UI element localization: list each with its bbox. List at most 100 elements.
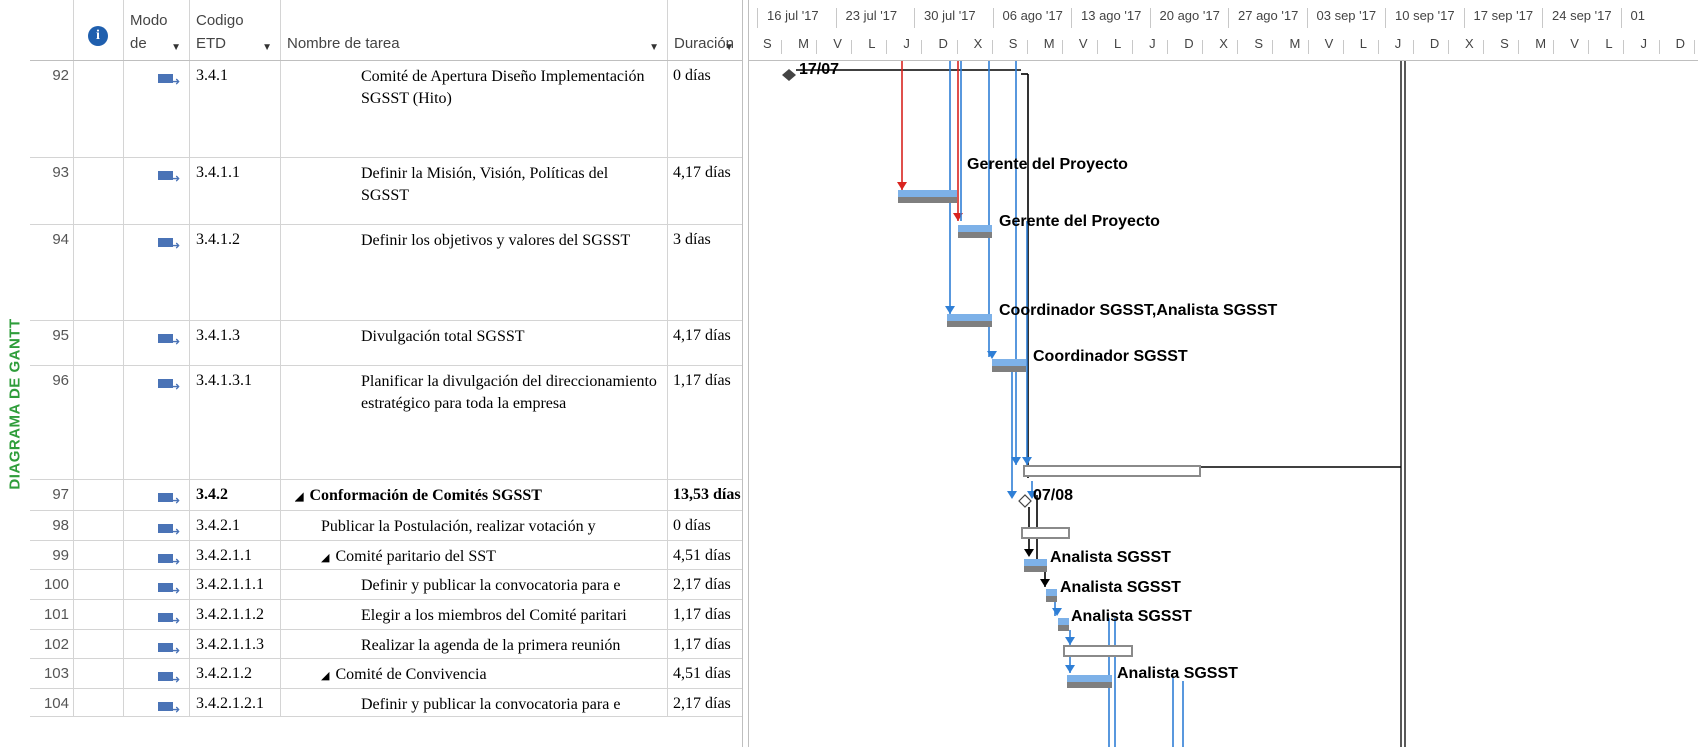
task-bar[interactable] [958, 225, 992, 238]
table-row[interactable]: 104 ➜ 3.4.2.1.2.1 Definir y publicar la con… [30, 689, 742, 717]
wbs-code[interactable]: 3.4.1.2 [190, 225, 281, 320]
task-mode-cell[interactable]: ➜ [124, 321, 190, 365]
duration-value[interactable]: 0 días [668, 61, 742, 157]
task-name-cell[interactable]: Realizar la agenda de la primera reunión [281, 630, 668, 658]
table-row[interactable]: 93 ➜ 3.4.1.1 Definir la Misión, Visión, Pol… [30, 158, 742, 225]
task-name-cell[interactable]: Definir la Misión, Visión, Políticas del… [281, 158, 668, 224]
gantt-chart-area[interactable]: 17/07 Gerente del Proyecto Gerente del Pro… [749, 61, 1698, 747]
chevron-down-icon[interactable]: ▼ [649, 42, 659, 53]
table-row[interactable]: 99 ➜ 3.4.2.1.1 ◢ Comité paritario del SST 4,5… [30, 541, 742, 570]
header-id[interactable] [30, 0, 74, 60]
table-row[interactable]: 103 ➜ 3.4.2.1.2 ◢ Comité de Convivencia 4,51 … [30, 659, 742, 689]
task-name-cell[interactable]: Elegir a los miembros del Comité paritar… [281, 600, 668, 629]
header-task-mode[interactable]: Modo de ▼ [124, 0, 190, 60]
task-mode-cell[interactable]: ➜ [124, 511, 190, 540]
header-task-name[interactable]: Nombre de tarea ▼ [281, 0, 668, 60]
wbs-code[interactable]: 3.4.2.1.1.2 [190, 600, 281, 629]
task-name-cell[interactable]: ◢ Comité de Convivencia [281, 659, 668, 688]
table-row[interactable]: 95 ➜ 3.4.1.3 Divulgación total SGSST 4,17 dí… [30, 321, 742, 366]
wbs-code[interactable]: 3.4.2.1.1.3 [190, 630, 281, 658]
task-name-cell[interactable]: ◢ Comité paritario del SST [281, 541, 668, 569]
task-mode-cell[interactable]: ➜ [124, 689, 190, 716]
header-wbs-code[interactable]: Codigo ETD ▼ [190, 0, 281, 60]
duration-value[interactable]: 2,17 días [668, 570, 742, 599]
task-name-text: Publicar la Postulación, realizar votaci… [321, 518, 596, 535]
duration-value[interactable]: 4,51 días [668, 659, 742, 688]
task-bar[interactable] [898, 190, 957, 203]
task-mode-cell[interactable]: ➜ [124, 541, 190, 569]
task-name-cell[interactable]: Definir y publicar la convocatoria para … [281, 689, 668, 716]
task-bar[interactable] [1058, 618, 1069, 631]
task-name-cell[interactable]: Publicar la Postulación, realizar votaci… [281, 511, 668, 540]
collapse-triangle-icon[interactable]: ◢ [321, 552, 329, 564]
duration-value[interactable]: 4,17 días [668, 158, 742, 224]
duration-value[interactable]: 1,17 días [668, 630, 742, 658]
wbs-code[interactable]: 3.4.2.1.2.1 [190, 689, 281, 716]
wbs-code[interactable]: 3.4.2.1.2 [190, 659, 281, 688]
task-mode-cell[interactable]: ➜ [124, 480, 190, 510]
wbs-code[interactable]: 3.4.2 [190, 480, 281, 510]
wbs-code[interactable]: 3.4.2.1.1.1 [190, 570, 281, 599]
table-row[interactable]: 102 ➜ 3.4.2.1.1.3 Realizar la agenda de la … [30, 630, 742, 659]
table-row[interactable]: 94 ➜ 3.4.1.2 Definir los objetivos y valore… [30, 225, 742, 321]
duration-value[interactable]: 13,53 días [668, 480, 742, 510]
summary-bar[interactable] [1023, 465, 1201, 477]
task-mode-cell[interactable]: ➜ [124, 659, 190, 688]
duration-value[interactable]: 1,17 días [668, 366, 742, 479]
task-name-cell[interactable]: Planificar la divulgación del direcciona… [281, 366, 668, 479]
table-row[interactable]: 97 ➜ 3.4.2 ◢ Conformación de Comités SGSST 13… [30, 480, 742, 511]
chevron-down-icon[interactable]: ▼ [262, 42, 272, 53]
task-mode-cell[interactable]: ➜ [124, 630, 190, 658]
chevron-down-icon[interactable]: ▼ [171, 42, 181, 53]
task-mode-cell[interactable]: ➜ [124, 366, 190, 479]
indicator-cell [74, 61, 124, 157]
task-name-cell[interactable]: ◢ Conformación de Comités SGSST [281, 480, 668, 510]
wbs-code[interactable]: 3.4.1.3 [190, 321, 281, 365]
summary-bar[interactable] [1063, 645, 1133, 657]
table-row[interactable]: 96 ➜ 3.4.1.3.1 Planificar la divulgación de… [30, 366, 742, 480]
task-bar[interactable] [1046, 589, 1057, 602]
task-name-cell[interactable]: Definir los objetivos y valores del SGSS… [281, 225, 668, 320]
task-mode-cell[interactable]: ➜ [124, 570, 190, 599]
collapse-triangle-icon[interactable]: ◢ [295, 491, 303, 503]
duration-value[interactable]: 1,17 días [668, 600, 742, 629]
timescale-day: X [973, 36, 983, 51]
task-mode-cell[interactable]: ➜ [124, 158, 190, 224]
header-indicators[interactable]: i [74, 0, 124, 60]
task-bar[interactable] [947, 314, 992, 327]
timescale-day: L [1359, 36, 1367, 51]
summary-bar[interactable] [1021, 527, 1070, 539]
wbs-code[interactable]: 3.4.1.3.1 [190, 366, 281, 479]
task-name-cell[interactable]: Definir y publicar la convocatoria para … [281, 570, 668, 599]
wbs-code[interactable]: 3.4.1.1 [190, 158, 281, 224]
task-name-cell[interactable]: Comité de Apertura Diseño Implementación… [281, 61, 668, 157]
duration-value[interactable]: 2,17 días [668, 689, 742, 716]
table-row[interactable]: 92 ➜ 3.4.1 Comité de Apertura Diseño Implem… [30, 61, 742, 158]
view-splitter[interactable] [742, 0, 749, 747]
wbs-code[interactable]: 3.4.2.1.1 [190, 541, 281, 569]
duration-value[interactable]: 3 días [668, 225, 742, 320]
table-row[interactable]: 101 ➜ 3.4.2.1.1.2 Elegir a los miembros del… [30, 600, 742, 630]
task-bar[interactable] [1067, 675, 1112, 688]
collapse-triangle-icon[interactable]: ◢ [321, 670, 329, 682]
table-row[interactable]: 100 ➜ 3.4.2.1.1.1 Definir y publicar la con… [30, 570, 742, 600]
header-duration[interactable]: Duración ▼ [668, 0, 742, 60]
task-bar[interactable] [1024, 559, 1047, 572]
task-mode-cell[interactable]: ➜ [124, 61, 190, 157]
table-row[interactable]: 98 ➜ 3.4.2.1 Publicar la Postulación, reali… [30, 511, 742, 541]
wbs-code[interactable]: 3.4.1 [190, 61, 281, 157]
duration-value[interactable]: 4,51 días [668, 541, 742, 569]
chevron-down-icon[interactable]: ▼ [724, 42, 734, 53]
task-bar[interactable] [992, 359, 1026, 372]
task-mode-cell[interactable]: ➜ [124, 225, 190, 320]
wbs-code[interactable]: 3.4.2.1 [190, 511, 281, 540]
auto-scheduled-icon: ➜ [158, 612, 180, 627]
task-mode-cell[interactable]: ➜ [124, 600, 190, 629]
task-name-cell[interactable]: Divulgación total SGSST [281, 321, 668, 365]
duration-value[interactable]: 0 días [668, 511, 742, 540]
row-id: 98 [30, 511, 74, 540]
duration-value[interactable]: 4,17 días [668, 321, 742, 365]
timescale-week-divider [1542, 8, 1543, 28]
row-id: 92 [30, 61, 74, 157]
task-name-text: Realizar la agenda de la primera reunión [361, 637, 621, 654]
